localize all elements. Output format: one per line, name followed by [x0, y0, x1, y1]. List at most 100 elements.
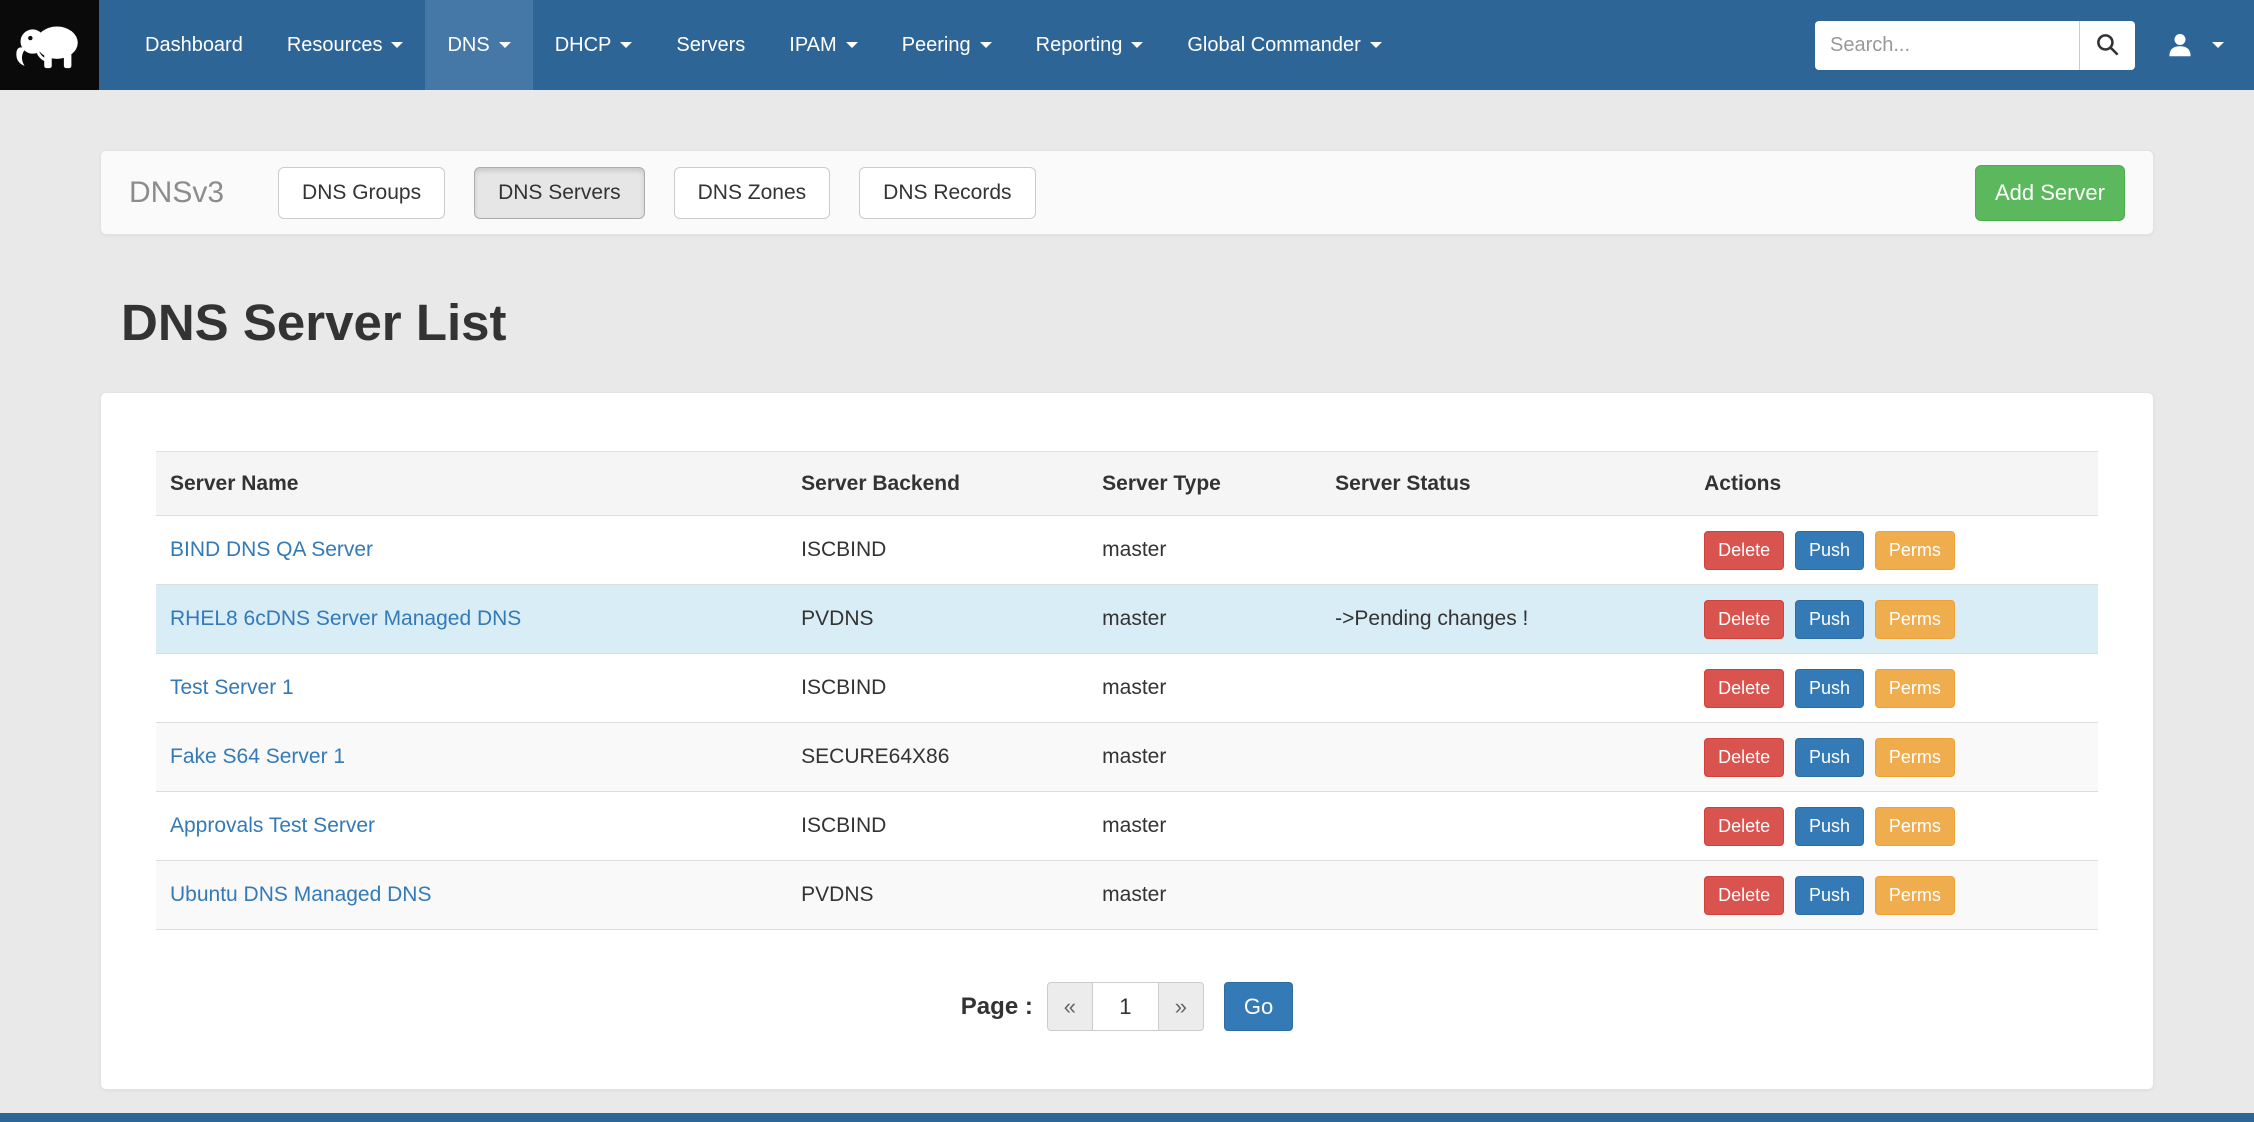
cell-backend: PVDNS — [787, 861, 1088, 930]
page-label: Page : — [961, 993, 1033, 1021]
table-row: Fake S64 Server 1 SECURE64X86 master Del… — [156, 723, 2098, 792]
perms-button[interactable]: Perms — [1875, 600, 1955, 639]
nav-dashboard[interactable]: Dashboard — [123, 0, 265, 90]
tab-dns-records[interactable]: DNS Records — [859, 167, 1035, 219]
table-header-row: Server Name Server Backend Server Type S… — [156, 452, 2098, 516]
chevron-down-icon — [391, 42, 403, 48]
prev-page-button[interactable]: « — [1047, 982, 1093, 1031]
page-number-input[interactable] — [1093, 982, 1159, 1031]
cell-status — [1321, 861, 1690, 930]
delete-button[interactable]: Delete — [1704, 807, 1784, 846]
cell-type: master — [1088, 516, 1321, 585]
cell-backend: ISCBIND — [787, 516, 1088, 585]
search-button[interactable] — [2079, 21, 2135, 70]
delete-button[interactable]: Delete — [1704, 531, 1784, 570]
mammoth-logo-icon — [13, 8, 87, 82]
nav-servers[interactable]: Servers — [654, 0, 767, 90]
push-button[interactable]: Push — [1795, 876, 1864, 915]
go-button[interactable]: Go — [1224, 982, 1293, 1031]
table-row: Ubuntu DNS Managed DNS PVDNS master Dele… — [156, 861, 2098, 930]
navbar-right — [1815, 0, 2254, 90]
tab-dns-servers[interactable]: DNS Servers — [474, 167, 645, 219]
push-button[interactable]: Push — [1795, 600, 1864, 639]
server-link[interactable]: Approvals Test Server — [170, 814, 375, 837]
footer-bar — [0, 1113, 2254, 1122]
nav-label: Peering — [902, 34, 971, 57]
cell-backend: SECURE64X86 — [787, 723, 1088, 792]
header-server-name: Server Name — [156, 452, 787, 516]
chevron-down-icon — [1370, 42, 1382, 48]
perms-button[interactable]: Perms — [1875, 669, 1955, 708]
cell-type: master — [1088, 723, 1321, 792]
nav-label: Servers — [676, 34, 745, 57]
table-row: RHEL8 6cDNS Server Managed DNS PVDNS mas… — [156, 585, 2098, 654]
perms-button[interactable]: Perms — [1875, 876, 1955, 915]
cell-type: master — [1088, 792, 1321, 861]
cell-status — [1321, 654, 1690, 723]
dnsv3-label: DNSv3 — [129, 176, 224, 210]
app-logo[interactable] — [0, 0, 99, 90]
cell-backend: PVDNS — [787, 585, 1088, 654]
server-link[interactable]: Fake S64 Server 1 — [170, 745, 345, 768]
pagination: Page : « » Go — [156, 982, 2098, 1031]
nav-label: Global Commander — [1187, 34, 1360, 57]
nav-label: Reporting — [1036, 34, 1123, 57]
delete-button[interactable]: Delete — [1704, 738, 1784, 777]
push-button[interactable]: Push — [1795, 807, 1864, 846]
perms-button[interactable]: Perms — [1875, 738, 1955, 777]
search-input[interactable] — [1815, 21, 2079, 70]
nav-peering[interactable]: Peering — [880, 0, 1014, 90]
chevron-down-icon — [2212, 42, 2224, 48]
table-row: Approvals Test Server ISCBIND master Del… — [156, 792, 2098, 861]
perms-button[interactable]: Perms — [1875, 807, 1955, 846]
chevron-down-icon — [1131, 42, 1143, 48]
delete-button[interactable]: Delete — [1704, 876, 1784, 915]
cell-status — [1321, 792, 1690, 861]
tab-dns-groups[interactable]: DNS Groups — [278, 167, 445, 219]
perms-button[interactable]: Perms — [1875, 531, 1955, 570]
header-server-backend: Server Backend — [787, 452, 1088, 516]
chevron-down-icon — [499, 42, 511, 48]
nav-resources[interactable]: Resources — [265, 0, 426, 90]
dns-server-table: Server Name Server Backend Server Type S… — [156, 451, 2098, 930]
header-server-status: Server Status — [1321, 452, 1690, 516]
cell-backend: ISCBIND — [787, 792, 1088, 861]
delete-button[interactable]: Delete — [1704, 669, 1784, 708]
top-navbar: Dashboard Resources DNS DHCP Servers IPA… — [0, 0, 2254, 90]
cell-type: master — [1088, 585, 1321, 654]
page-title: DNS Server List — [121, 293, 2154, 352]
push-button[interactable]: Push — [1795, 669, 1864, 708]
server-link[interactable]: Test Server 1 — [170, 676, 294, 699]
header-actions: Actions — [1690, 452, 2098, 516]
user-icon — [2165, 30, 2195, 60]
server-link[interactable]: RHEL8 6cDNS Server Managed DNS — [170, 607, 521, 630]
pager-group: « » — [1047, 982, 1204, 1031]
chevron-down-icon — [980, 42, 992, 48]
cell-status — [1321, 723, 1690, 792]
nav-global-commander[interactable]: Global Commander — [1165, 0, 1403, 90]
tab-dns-zones[interactable]: DNS Zones — [674, 167, 831, 219]
chevron-down-icon — [620, 42, 632, 48]
page-container: DNSv3 DNS Groups DNS Servers DNS Zones D… — [100, 150, 2154, 1090]
add-server-button[interactable]: Add Server — [1975, 165, 2125, 221]
main-navigation: Dashboard Resources DNS DHCP Servers IPA… — [123, 0, 1404, 90]
nav-reporting[interactable]: Reporting — [1014, 0, 1166, 90]
server-link[interactable]: BIND DNS QA Server — [170, 538, 373, 561]
chevron-down-icon — [846, 42, 858, 48]
nav-ipam[interactable]: IPAM — [767, 0, 879, 90]
server-link[interactable]: Ubuntu DNS Managed DNS — [170, 883, 431, 906]
table-row: Test Server 1 ISCBIND master Delete Push… — [156, 654, 2098, 723]
push-button[interactable]: Push — [1795, 738, 1864, 777]
nav-label: Resources — [287, 34, 383, 57]
search-group — [1815, 21, 2135, 70]
nav-label: DHCP — [555, 34, 612, 57]
nav-dns[interactable]: DNS — [425, 0, 532, 90]
delete-button[interactable]: Delete — [1704, 600, 1784, 639]
cell-status — [1321, 516, 1690, 585]
cell-type: master — [1088, 861, 1321, 930]
header-server-type: Server Type — [1088, 452, 1321, 516]
next-page-button[interactable]: » — [1158, 982, 1204, 1031]
user-menu[interactable] — [2165, 30, 2224, 60]
nav-dhcp[interactable]: DHCP — [533, 0, 655, 90]
push-button[interactable]: Push — [1795, 531, 1864, 570]
